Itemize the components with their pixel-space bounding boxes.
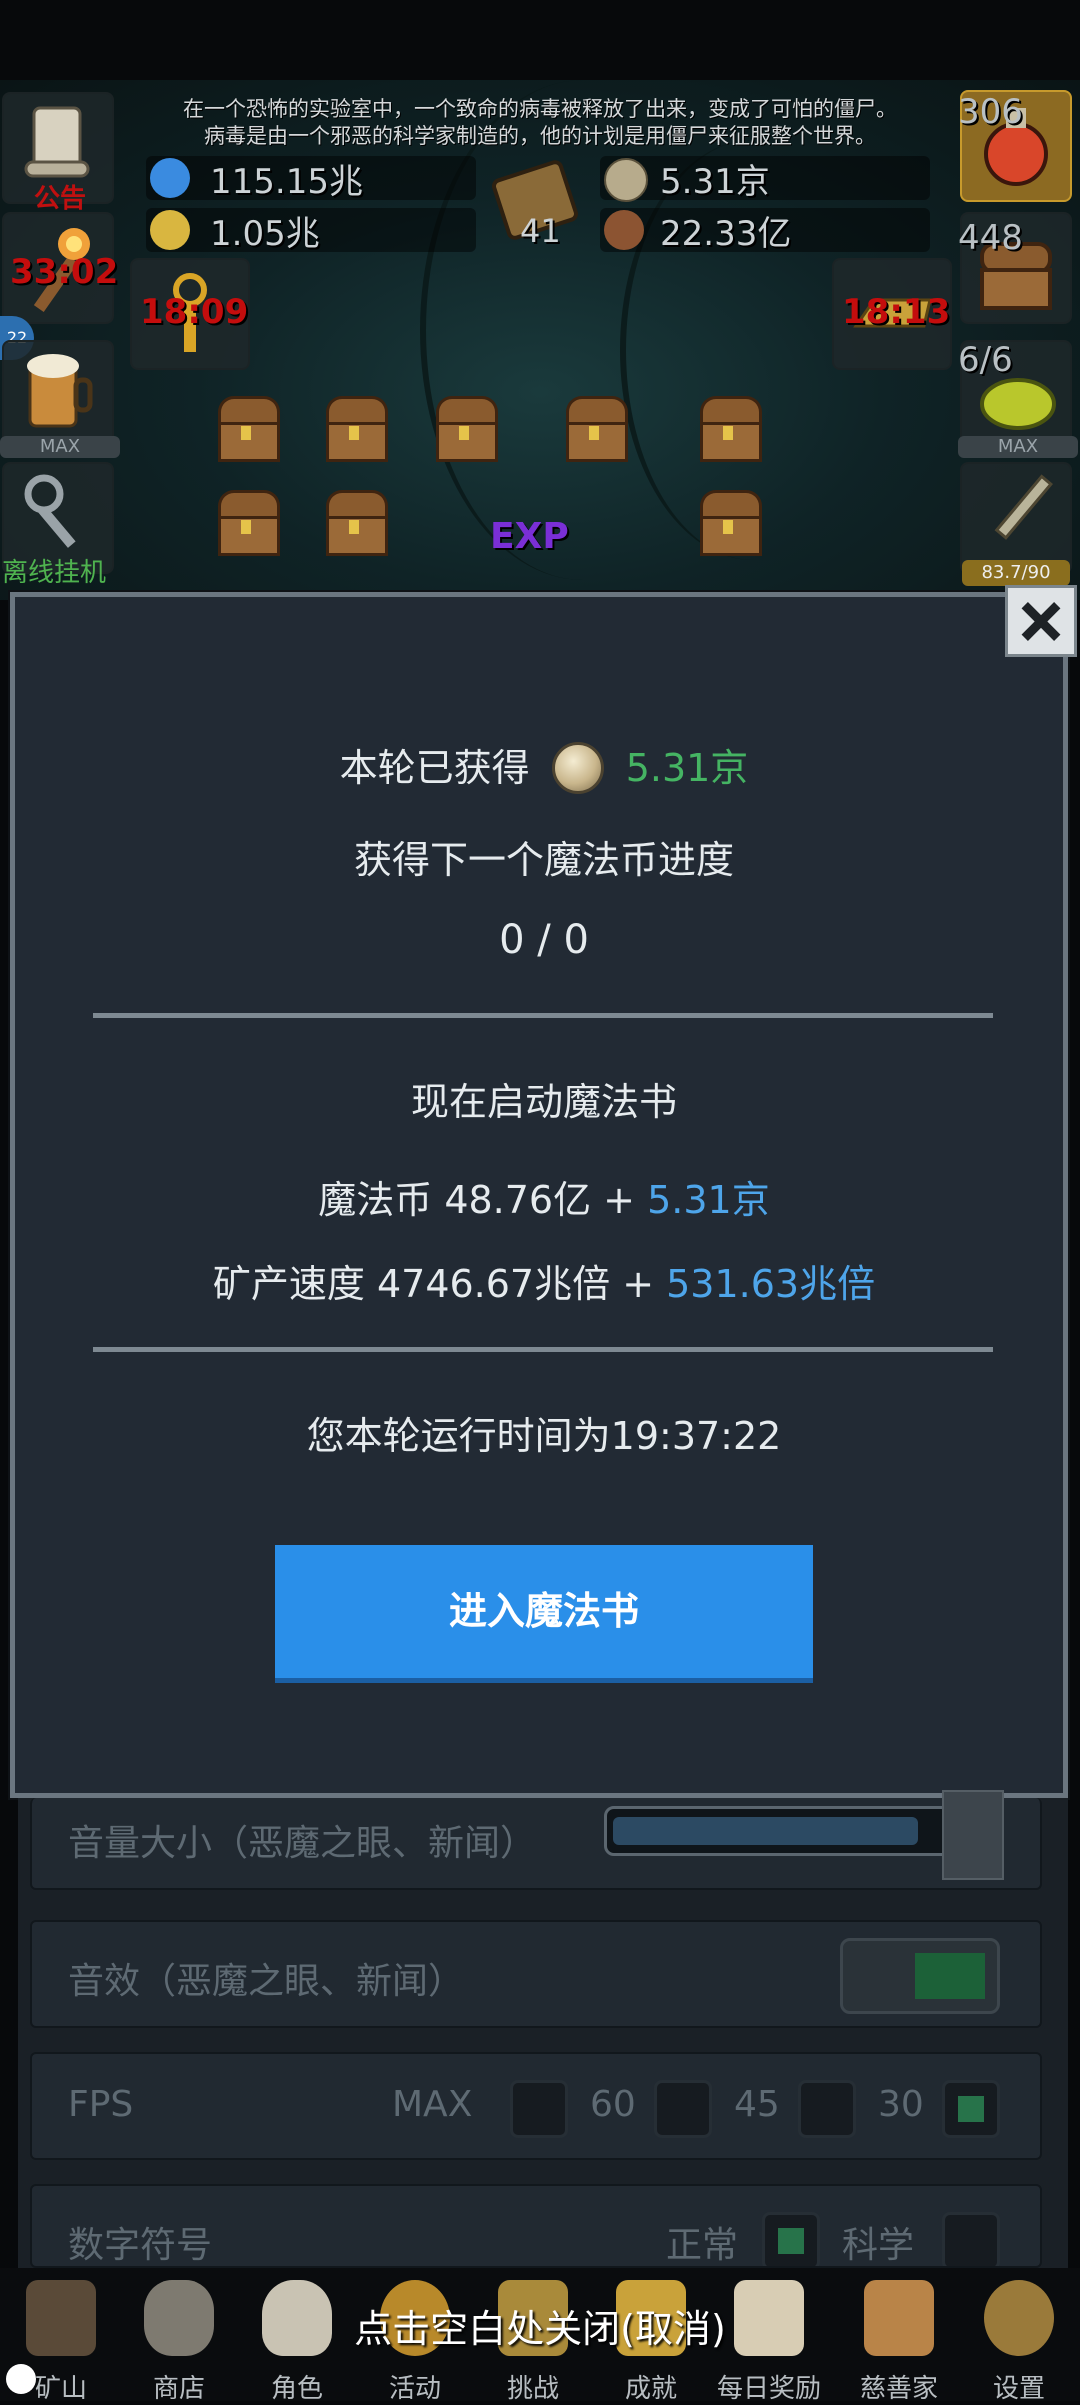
fps-45-checkbox[interactable] [798,2080,856,2138]
number-format-row: 数字符号 正常 科学 [30,2184,1042,2268]
meat-icon [604,210,644,250]
announcement-button[interactable]: 公告 [2,92,114,214]
divider [93,1347,993,1352]
story-line: 病毒是由一个邪恶的科学家制造的，他的计划是用僵尸来征服整个世界。 [204,124,876,148]
sfx-toggle[interactable] [840,1938,1000,2014]
resource-blue-value: 115.15兆 [210,162,363,202]
divider [93,1013,993,1018]
magic-coin-label: 魔法币 48.76亿 + [318,1178,636,1222]
number-science-checkbox[interactable] [942,2212,1000,2266]
number-option-normal: 正常 [666,2225,739,2266]
magic-coin-icon [551,741,604,794]
enter-magic-book-button[interactable]: 进入魔法书 [275,1545,813,1683]
exp-label: EXP [490,516,569,557]
mine-chest[interactable] [432,396,498,462]
beer-mug-icon [27,354,93,428]
resource-yellow-value: 1.05兆 [210,214,320,254]
number-normal-checkbox[interactable] [762,2212,820,2266]
yellow-potion-icon [150,210,190,250]
magic-coin-bonus: 5.31京 [647,1178,770,1222]
key-icon [24,474,76,548]
fps-option-max: MAX [392,2084,473,2125]
nav-label: 每日奖励 [716,2374,821,2404]
fps-option-45: 45 [734,2084,780,2125]
number-option-science: 科学 [842,2225,915,2266]
nav-label: 成就 [624,2374,677,2404]
home-indicator[interactable] [6,2364,36,2394]
announcement-label: 公告 [34,184,87,214]
sfx-row: 音效（恶魔之眼、新闻） [30,1920,1042,2028]
settings-panel: 音量大小（恶魔之眼、新闻） 音效（恶魔之眼、新闻） FPS MAX 60 45 … [18,1790,1068,2268]
fps-label: FPS [68,2084,134,2125]
close-hint[interactable]: 点击空白处关闭(取消) [0,2298,1080,2353]
sword-progress: 83.7/90 [962,560,1070,586]
nav-label: 慈善家 [859,2374,938,2404]
fps-option-30: 30 [878,2084,924,2125]
earned-row: 本轮已获得 5.31京 [15,737,1073,800]
offline-label: 离线挂机 [2,558,107,588]
toggle-on-indicator [915,1953,985,1999]
sfx-label: 音效（恶魔之眼、新闻） [68,1961,465,2002]
potion-count: 306 [958,92,1023,132]
nav-label: 设置 [992,2374,1045,2404]
timer-left: 33:02 [10,252,119,292]
slime-count: 6/6 [958,340,1013,380]
book-count: 41 [520,212,561,250]
volume-slider[interactable] [604,1806,954,1856]
magic-book-dialog: 本轮已获得 5.31京 获得下一个魔法币进度 0 / 0 现在启动魔法书 魔法币 … [10,592,1068,1798]
fps-60-checkbox[interactable] [654,2080,712,2138]
timer-right: 18:13 [842,292,951,332]
mine-chest[interactable] [696,490,762,556]
mining-speed-bonus: 531.63兆倍 [666,1262,876,1306]
meat-amount: 22.33亿 [660,214,792,254]
close-dialog-button[interactable] [1005,585,1077,657]
blue-potion-icon [150,158,190,198]
max-label-left: MAX [0,436,120,458]
mine-chest[interactable] [214,396,280,462]
timer-mid: 18:09 [140,292,249,332]
coin-amount: 5.31京 [660,162,770,202]
mining-speed-label: 矿产速度 4746.67兆倍 + [212,1262,655,1306]
nav-label: 挑战 [506,2374,559,2404]
nav-label: 角色 [270,2374,323,2404]
fps-row: FPS MAX 60 45 30 [30,2052,1042,2160]
progress-value: 0 / 0 [499,917,589,963]
volume-slider-knob[interactable] [942,1790,1004,1880]
earned-label: 本轮已获得 [339,746,530,790]
earned-value: 5.31京 [625,746,749,790]
nav-label: 商店 [152,2374,205,2404]
volume-row: 音量大小（恶魔之眼、新闻） [30,1798,1042,1890]
mine-chest[interactable] [322,490,388,556]
runtime-label: 您本轮运行时间为19:37:22 [306,1414,782,1458]
fps-max-checkbox[interactable] [510,2080,568,2138]
mine-chest[interactable] [562,396,628,462]
mine-chest[interactable] [214,490,280,556]
magic-coin-row: 魔法币 48.76亿 + 5.31京 [15,1169,1073,1224]
story-text: 在一个恐怖的实验室中，一个致命的病毒被释放了出来，变成了可怕的僵尸。 病毒是由一… [110,96,970,150]
fps-30-checkbox[interactable] [942,2080,1000,2138]
sword-button[interactable] [960,462,1072,574]
number-format-label: 数字符号 [68,2225,213,2266]
fps-option-60: 60 [590,2084,636,2125]
progress-label: 获得下一个魔法币进度 [353,838,734,882]
story-line: 在一个恐怖的实验室中，一个致命的病毒被释放了出来，变成了可怕的僵尸。 [183,97,897,121]
volume-slider-fill [613,1817,918,1845]
sword-icon [994,474,1053,540]
volume-label: 音量大小（恶魔之眼、新闻） [68,1823,537,1864]
start-now-label: 现在启动魔法书 [410,1080,677,1124]
mine-chest[interactable] [696,396,762,462]
chest-count: 448 [958,218,1023,258]
mining-speed-row: 矿产速度 4746.67兆倍 + 531.63兆倍 [15,1253,1073,1308]
max-label-right: MAX [958,436,1078,458]
magic-coin-icon [604,158,648,202]
nav-label: 活动 [388,2374,441,2404]
mine-chest[interactable] [322,396,388,462]
